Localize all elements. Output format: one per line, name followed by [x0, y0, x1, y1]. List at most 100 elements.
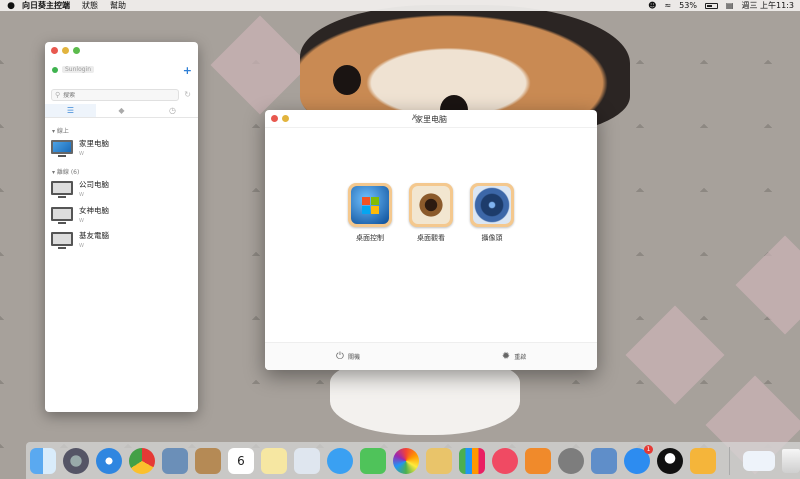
shutdown-button[interactable]: ⏻ 關機: [265, 343, 431, 370]
minimize-button[interactable]: [62, 47, 69, 54]
clock[interactable]: 週三 上午11:3: [741, 0, 794, 11]
desktop-view-button[interactable]: 桌面觀看: [401, 183, 461, 243]
safari-icon[interactable]: [96, 447, 122, 474]
restart-spinner-icon: ✹: [501, 351, 511, 362]
facetime-icon[interactable]: [360, 447, 386, 474]
input-method-icon[interactable]: ▤: [726, 1, 734, 10]
monitor-icon: [51, 181, 73, 198]
account-status[interactable]: Sunlogin: [52, 66, 95, 73]
sidebar-tabs: ☰ ◆ ◷: [45, 104, 198, 118]
app-icon-frame: [348, 183, 392, 227]
device-name: 家里电脑: [79, 139, 109, 148]
offline-group-header[interactable]: ▾ 離線 (6): [52, 167, 79, 176]
account-name: Sunlogin: [62, 66, 95, 73]
remote-device-window: 家里电脑 ✗ 桌面控制 桌面觀看 攝像頭 ⏻ 關機 ✹ 重啟: [265, 110, 597, 370]
dog-paws-image: [330, 360, 520, 435]
device-item-home[interactable]: 家里电脑 W: [51, 138, 109, 157]
photos-icon[interactable]: [393, 447, 419, 474]
add-device-button[interactable]: +: [183, 64, 192, 77]
shutdown-label: 關機: [347, 354, 360, 361]
pages-icon[interactable]: [426, 447, 452, 474]
device-name: 女神电脑: [79, 206, 109, 215]
notes-brown-icon[interactable]: [195, 447, 221, 474]
refresh-icon[interactable]: ↻: [184, 90, 191, 99]
device-os: W: [79, 151, 84, 157]
windows-desktop-icon: [351, 186, 389, 224]
close-button[interactable]: [51, 47, 58, 54]
app-label: 桌面控制: [356, 234, 384, 242]
itunes-icon[interactable]: [492, 447, 518, 474]
launchpad-icon[interactable]: [63, 447, 89, 474]
power-icon: ⏻: [336, 351, 344, 362]
wallpaper-tile: [210, 15, 310, 115]
menu-bar: ● 向日葵主控端 狀態 幫助 ☻ ≈ 53% ▤ 週三 上午11:3: [0, 0, 800, 11]
numbers-icon[interactable]: [459, 447, 485, 474]
search-icon: ⚲: [55, 91, 61, 99]
device-os: W: [79, 192, 84, 198]
search-input[interactable]: [63, 91, 164, 99]
monitor-icon: [51, 232, 73, 249]
tab-history[interactable]: ◷: [147, 104, 198, 117]
battery-percent: 53%: [679, 1, 697, 10]
apple-menu-icon[interactable]: ●: [0, 1, 22, 11]
app-store-badge: 1: [644, 444, 653, 454]
monitor-icon: [51, 207, 73, 224]
eye-icon: [412, 186, 450, 224]
trash-icon[interactable]: [781, 448, 800, 473]
device-list-window: Sunlogin + ⚲ ↻ ☰ ◆ ◷ ▾ 線上 家里电脑 W ▾ 離線 (6…: [45, 42, 198, 412]
window-title: 家里电脑: [415, 115, 447, 124]
menu-status[interactable]: 狀態: [82, 0, 98, 11]
photo-booth-icon[interactable]: [294, 447, 320, 474]
preview-icon[interactable]: [162, 447, 188, 474]
qq-dock-icon[interactable]: [657, 447, 683, 474]
search-box[interactable]: ⚲: [51, 89, 179, 101]
messages-icon[interactable]: [327, 447, 353, 474]
sunlogin-dock-icon[interactable]: [690, 447, 716, 474]
stickies-icon[interactable]: [261, 447, 287, 474]
dog-eye: [333, 65, 361, 95]
device-name: 基友電腦: [79, 231, 109, 240]
app-icon-frame: [409, 183, 453, 227]
dock-divider: [729, 446, 730, 475]
tab-tools[interactable]: ◆: [96, 104, 147, 117]
title-bar[interactable]: 家里电脑 ✗: [265, 110, 597, 128]
monitor-icon: [51, 140, 73, 157]
device-item-office[interactable]: 公司电脑 W: [51, 179, 109, 198]
ibooks-icon[interactable]: [525, 447, 551, 474]
tab-device-list[interactable]: ☰: [45, 104, 96, 117]
finder-icon[interactable]: [30, 447, 56, 474]
app-label: 桌面觀看: [417, 234, 445, 242]
wifi-icon[interactable]: ≈: [664, 1, 671, 10]
zoom-button[interactable]: [73, 47, 80, 54]
online-status-dot: [52, 66, 58, 73]
camera-icon: [473, 186, 511, 224]
app-store-icon[interactable]: 1: [624, 444, 653, 474]
device-item-goddess[interactable]: 女神电脑 W: [51, 205, 109, 224]
camera-button[interactable]: 攝像頭: [462, 183, 522, 243]
app-label: 攝像頭: [481, 234, 503, 242]
online-group-header[interactable]: ▾ 線上: [52, 126, 69, 135]
wallpaper-tile: [735, 235, 800, 335]
dock: 6 1: [26, 442, 800, 479]
desktop-control-button[interactable]: 桌面控制: [340, 183, 400, 243]
battery-icon[interactable]: [704, 2, 718, 9]
calendar-icon[interactable]: 6: [228, 447, 254, 474]
restart-label: 重啟: [514, 354, 527, 361]
app-icon-frame: [470, 183, 514, 227]
menu-app-name[interactable]: 向日葵主控端: [22, 0, 70, 11]
settings-wrench-icon[interactable]: ✗: [411, 113, 418, 122]
window-footer: ⏻ 關機 ✹ 重啟: [265, 342, 597, 370]
system-preferences-icon[interactable]: [558, 447, 584, 474]
device-item-buddy[interactable]: 基友電腦 W: [51, 230, 109, 249]
chrome-icon[interactable]: [129, 447, 155, 474]
keynote-icon[interactable]: [591, 447, 617, 474]
device-os: W: [79, 243, 84, 249]
window-controls: [51, 47, 80, 54]
menu-help[interactable]: 幫助: [110, 0, 126, 11]
menu-extras: ☻ ≈ 53% ▤ 週三 上午11:3: [648, 0, 800, 11]
restart-button[interactable]: ✹ 重啟: [431, 343, 597, 370]
qq-icon[interactable]: ☻: [648, 1, 656, 10]
device-os: W: [79, 218, 84, 224]
minimized-window-icon[interactable]: [742, 450, 775, 471]
device-name: 公司电脑: [79, 180, 109, 189]
